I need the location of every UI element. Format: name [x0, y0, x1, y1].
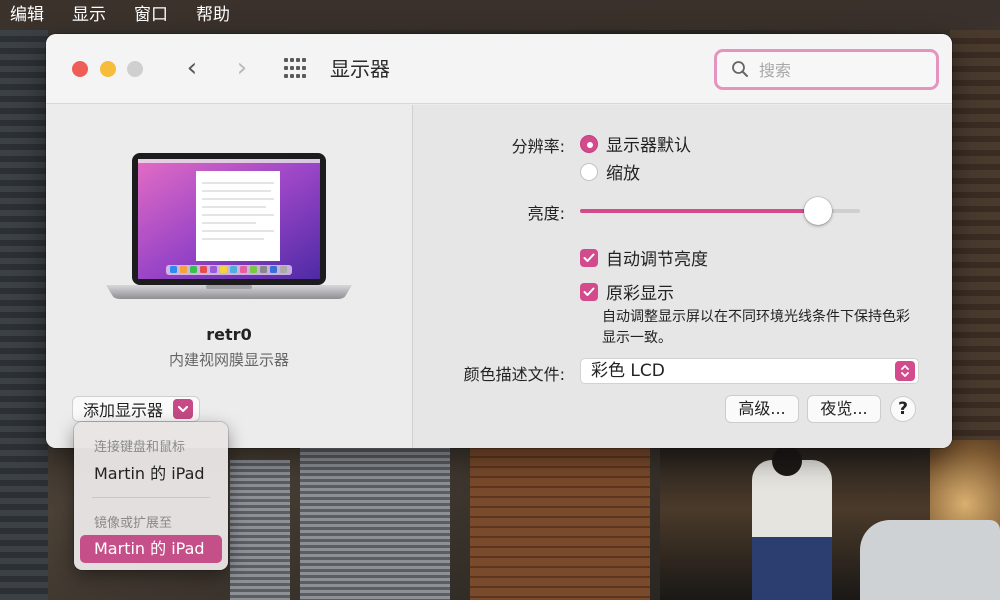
true-tone-description: 自动调整显示屏以在不同环境光线条件下保持色彩显示一致。: [602, 309, 910, 346]
night-shift-button[interactable]: 夜览...: [807, 395, 881, 423]
menu-bar: 编辑 显示 窗口 帮助: [0, 0, 1000, 30]
menu-edit[interactable]: 编辑: [10, 0, 44, 30]
resolution-label: 分辨率:: [511, 137, 565, 156]
device-type: 内建视网膜显示器: [168, 351, 289, 369]
radio-default-for-display[interactable]: 显示器默认: [580, 131, 691, 156]
search-input[interactable]: [759, 58, 929, 82]
menu-section-header: 连接键盘和鼠标: [94, 440, 186, 455]
color-profile-value: 彩色 LCD: [591, 361, 665, 381]
show-all-grid-icon[interactable]: [284, 58, 306, 80]
brightness-slider[interactable]: [580, 197, 860, 225]
window-title: 显示器: [330, 57, 390, 81]
add-display-label: 添加显示器: [83, 401, 164, 420]
title-bar: ‹ › 显示器: [46, 34, 952, 104]
slider-knob[interactable]: [804, 197, 832, 225]
radio-off-icon: [580, 162, 598, 181]
radio-scaled[interactable]: 缩放: [580, 159, 640, 184]
forward-button[interactable]: ›: [227, 52, 257, 86]
chevron-down-icon: [173, 399, 194, 419]
menu-help[interactable]: 帮助: [196, 0, 230, 30]
radio-on-icon: [580, 134, 598, 153]
menu-section-header: 镜像或扩展至: [94, 516, 173, 531]
add-display-dropdown-menu: 连接键盘和鼠标 Martin 的 iPad 镜像或扩展至 Martin 的 iP…: [74, 422, 228, 570]
menu-item-link-keyboard-ipad[interactable]: Martin 的 iPad: [80, 460, 222, 488]
color-profile-label: 颜色描述文件:: [463, 365, 565, 384]
help-button[interactable]: ?: [890, 396, 916, 422]
menu-view[interactable]: 显示: [72, 0, 106, 30]
true-tone-checkbox[interactable]: 原彩显示: [580, 279, 674, 304]
auto-brightness-checkbox[interactable]: 自动调节亮度: [580, 245, 708, 270]
back-button[interactable]: ‹: [177, 52, 207, 86]
displays-window: ‹ › 显示器 搜索 retr0 内建视网膜显示器 添加显示器 分辨率: 显示器…: [46, 34, 952, 448]
color-profile-select[interactable]: 彩色 LCD: [580, 358, 919, 384]
zoom-button[interactable]: [127, 61, 143, 77]
checkmark-icon: [580, 248, 598, 267]
add-display-button[interactable]: 添加显示器: [72, 396, 201, 422]
macbook-laptop-image: [106, 153, 352, 299]
checkmark-icon: [580, 282, 598, 301]
up-down-chevron-icon: [895, 361, 915, 381]
minimize-button[interactable]: [100, 61, 116, 77]
radio-label: 显示器默认: [606, 136, 691, 156]
auto-brightness-label: 自动调节亮度: [606, 250, 708, 270]
device-name: retr0: [206, 325, 252, 344]
display-settings-pane: 分辨率: 显示器默认 缩放 亮度: 自动调节亮度 原彩显示 自动调整显示屏以在不…: [413, 105, 952, 448]
menu-separator: [92, 497, 210, 498]
brightness-label: 亮度:: [527, 204, 565, 223]
search-icon: [732, 61, 748, 77]
advanced-button[interactable]: 高级...: [725, 395, 799, 423]
display-info-pane: retr0 内建视网膜显示器 添加显示器: [46, 105, 412, 448]
true-tone-label: 原彩显示: [606, 284, 674, 304]
close-button[interactable]: [72, 61, 88, 77]
radio-label: 缩放: [606, 164, 640, 184]
menu-window[interactable]: 窗口: [134, 0, 168, 30]
menu-item-mirror-extend-ipad[interactable]: Martin 的 iPad: [80, 535, 222, 563]
search-field[interactable]: [714, 49, 939, 90]
brightness-fill: [580, 209, 818, 213]
